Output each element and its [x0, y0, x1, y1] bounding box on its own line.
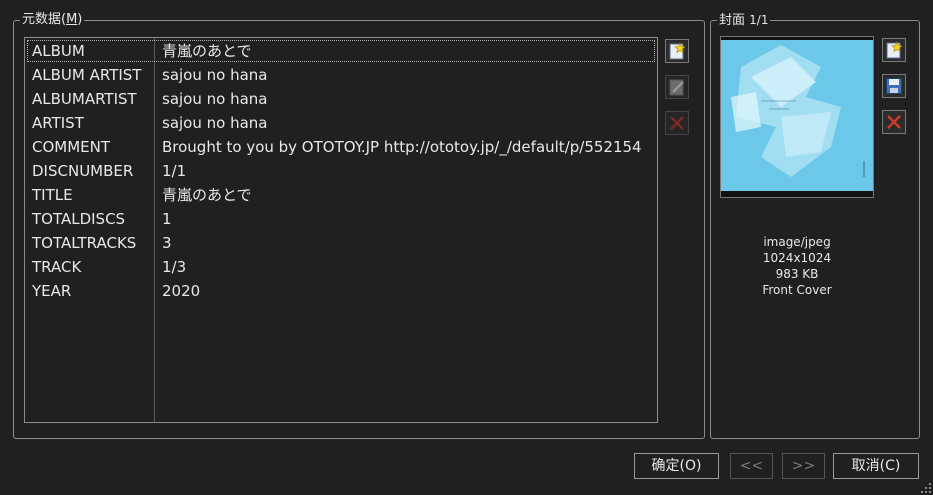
tag-value: 1/3 [162, 258, 187, 276]
delete-x-icon [887, 115, 901, 129]
save-cover-button[interactable] [882, 74, 906, 98]
cover-art-image[interactable] [720, 36, 874, 198]
tag-value: 2020 [162, 282, 201, 300]
add-star-icon [886, 41, 903, 59]
cover-dimensions: 1024x1024 [762, 251, 832, 265]
tag-value: sajou no hana [162, 90, 268, 108]
table-row[interactable]: ALBUM 青嵐のあとで [25, 39, 657, 63]
tag-value: 青嵐のあとで [162, 42, 252, 60]
tag-key: ALBUMARTIST [32, 90, 137, 108]
add-star-icon [669, 42, 686, 60]
cover-counter: 1/1 [749, 13, 769, 27]
tag-key: TOTALDISCS [32, 210, 126, 228]
tag-key: DISCNUMBER [32, 162, 134, 180]
cancel-button[interactable]: 取消(C) [833, 453, 919, 479]
cover-type: Front Cover [762, 283, 832, 297]
prev-button[interactable]: << [730, 453, 773, 479]
metadata-group: 元数据(M) ALBUM 青嵐のあとで ALBUM ARTIST sajou no h… [13, 12, 705, 439]
selection-focus-box [27, 40, 655, 62]
tag-key: COMMENT [32, 138, 111, 156]
tag-value: 1 [162, 210, 172, 228]
table-row[interactable]: TRACK 1/3 [25, 255, 657, 279]
edit-tag-button[interactable] [665, 75, 689, 99]
cover-mime: image/jpeg [763, 235, 831, 249]
tag-key: TITLE [32, 186, 73, 204]
tag-key: YEAR [32, 282, 72, 300]
delete-tag-button[interactable] [665, 111, 689, 135]
delete-x-icon [670, 116, 684, 130]
cover-group-title: 封面 1/1 [717, 12, 771, 29]
table-row[interactable]: TOTALTRACKS 3 [25, 231, 657, 255]
table-row[interactable]: YEAR 2020 [25, 279, 657, 303]
delete-cover-button[interactable] [882, 110, 906, 134]
tag-key: ARTIST [32, 114, 84, 132]
table-row[interactable]: COMMENT Brought to you by OTOTOY.JP http:… [25, 135, 657, 159]
cover-group: 封面 1/1 image/jpeg 1024x1024 983 KB Front… [710, 12, 920, 439]
add-cover-button[interactable] [882, 38, 906, 62]
table-row[interactable]: ALBUM ARTIST sajou no hana [25, 63, 657, 87]
cover-size: 983 KB [775, 267, 819, 281]
table-row[interactable]: DISCNUMBER 1/1 [25, 159, 657, 183]
tag-value: 3 [162, 234, 172, 252]
tag-key: TOTALTRACKS [32, 234, 137, 252]
table-row[interactable]: ALBUMARTIST sajou no hana [25, 87, 657, 111]
tag-key: ALBUM [32, 42, 85, 60]
tag-value: 青嵐のあとで [162, 186, 252, 204]
tag-table[interactable]: ALBUM 青嵐のあとで ALBUM ARTIST sajou no hana ALBU… [24, 37, 658, 423]
edit-pencil-icon [669, 79, 684, 96]
metadata-group-title: 元数据(M) [20, 12, 85, 28]
ok-button[interactable]: 确定(O) [634, 453, 719, 479]
table-row[interactable]: TITLE 青嵐のあとで [25, 183, 657, 207]
tag-value: sajou no hana [162, 66, 268, 84]
tag-value: 1/1 [162, 162, 187, 180]
tag-value: Brought to you by OTOTOY.JP http://ototo… [162, 138, 642, 156]
tag-value: sajou no hana [162, 114, 268, 132]
tag-key: TRACK [32, 258, 82, 276]
table-row[interactable]: ARTIST sajou no hana [25, 111, 657, 135]
resize-grip-icon[interactable] [921, 483, 931, 493]
tag-key: ALBUM ARTIST [32, 66, 142, 84]
add-tag-button[interactable] [665, 39, 689, 63]
save-disk-icon [886, 78, 902, 94]
next-button[interactable]: >> [782, 453, 825, 479]
table-row[interactable]: TOTALDISCS 1 [25, 207, 657, 231]
